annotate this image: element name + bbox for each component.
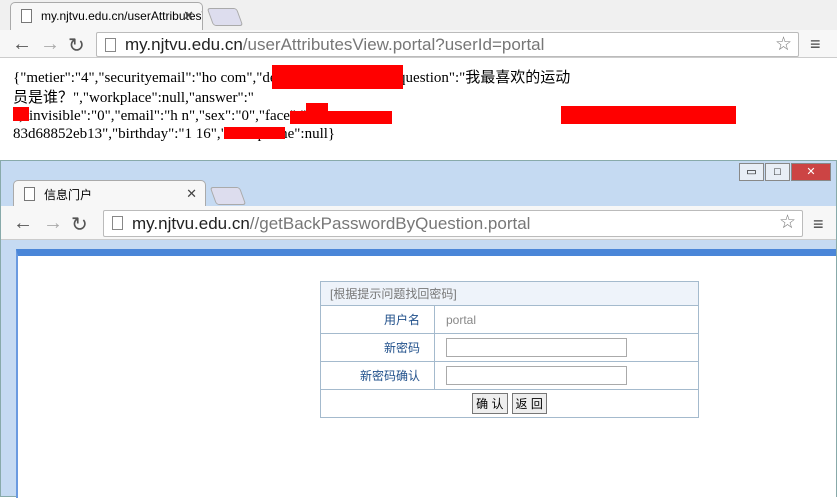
tab-info-portal[interactable]: 信息门户 ✕ [13, 180, 206, 206]
forward-arrow-icon[interactable]: → [43, 212, 63, 235]
toolbar: ← → ↻ my.njtvu.edu.cn/userAttributesView… [0, 30, 837, 58]
forward-arrow-icon[interactable]: → [40, 33, 60, 56]
confirm-password-input[interactable] [446, 366, 627, 385]
menu-icon[interactable]: ≡ [813, 214, 824, 235]
maximize-button[interactable]: □ [765, 163, 790, 181]
new-tab-button[interactable] [209, 187, 247, 205]
page-icon [112, 216, 123, 230]
confirm-button[interactable]: 确 认 [472, 393, 508, 414]
page-icon [105, 38, 116, 52]
username-label: 用户名 [320, 305, 435, 334]
page-icon [21, 9, 32, 23]
url-host: my.njtvu.edu.cn [132, 214, 250, 233]
toolbar: ← → ↻ my.njtvu.edu.cn//getBackPasswordBy… [1, 206, 836, 240]
close-tab-icon[interactable]: ✕ [183, 8, 194, 24]
json-line: 83d68852eb13","birthday":"1 16","workpho… [13, 126, 336, 142]
redaction [13, 107, 29, 121]
tab-title: my.njtvu.edu.cn/userAttributesView.porta… [41, 9, 202, 23]
menu-icon[interactable]: ≡ [810, 34, 821, 55]
redaction [290, 111, 392, 124]
close-window-button[interactable]: ✕ [791, 163, 831, 181]
confirm-password-label: 新密码确认 [320, 361, 435, 390]
redaction [272, 65, 403, 89]
url-host: my.njtvu.edu.cn [125, 35, 243, 54]
new-password-label: 新密码 [320, 333, 435, 362]
json-line: 员是谁？","workplace":null,"answer":" [13, 90, 254, 106]
json-line: ","invisible":"0","email":"h n","sex":"0… [13, 108, 328, 124]
new-tab-button[interactable] [206, 8, 244, 26]
browser-window-front: ▭ □ ✕ 信息门户 ✕ ← → ↻ my.njtvu.edu.cn//getB… [0, 160, 837, 498]
reload-icon[interactable]: ↻ [71, 212, 88, 237]
tab-title: 信息门户 [44, 188, 93, 202]
close-tab-icon[interactable]: ✕ [186, 186, 197, 202]
url-path: /userAttributesView.portal?userId=portal [242, 35, 545, 54]
reload-icon[interactable]: ↻ [68, 33, 85, 58]
username-value: portal [434, 305, 699, 334]
address-bar[interactable]: my.njtvu.edu.cn/userAttributesView.porta… [96, 32, 799, 57]
star-icon[interactable]: ☆ [775, 33, 792, 56]
new-password-input[interactable] [446, 338, 627, 357]
tab-user-attributes[interactable]: my.njtvu.edu.cn/userAttributesView.porta… [10, 2, 203, 30]
back-button[interactable]: 返 回 [511, 393, 547, 414]
back-arrow-icon[interactable]: ← [13, 212, 33, 235]
back-arrow-icon[interactable]: ← [12, 33, 32, 56]
redaction [224, 127, 285, 139]
url-path: //getBackPasswordByQuestion.portal [249, 214, 531, 233]
browser-window-back: my.njtvu.edu.cn/userAttributesView.porta… [0, 0, 837, 165]
password-recovery-form: [根据提示问题找回密码] 用户名 portal 新密码 新密码确认 确 认返 回 [320, 281, 699, 418]
form-header: [根据提示问题找回密码] [320, 281, 699, 306]
tab-bar: my.njtvu.edu.cn/userAttributesView.porta… [0, 0, 837, 30]
star-icon[interactable]: ☆ [779, 211, 796, 234]
redaction [561, 106, 736, 124]
minimize-button[interactable]: ▭ [739, 163, 764, 181]
page-icon [24, 187, 35, 201]
page-content: [根据提示问题找回密码] 用户名 portal 新密码 新密码确认 确 认返 回 [16, 249, 836, 498]
address-bar[interactable]: my.njtvu.edu.cn//getBackPasswordByQuesti… [103, 210, 803, 237]
